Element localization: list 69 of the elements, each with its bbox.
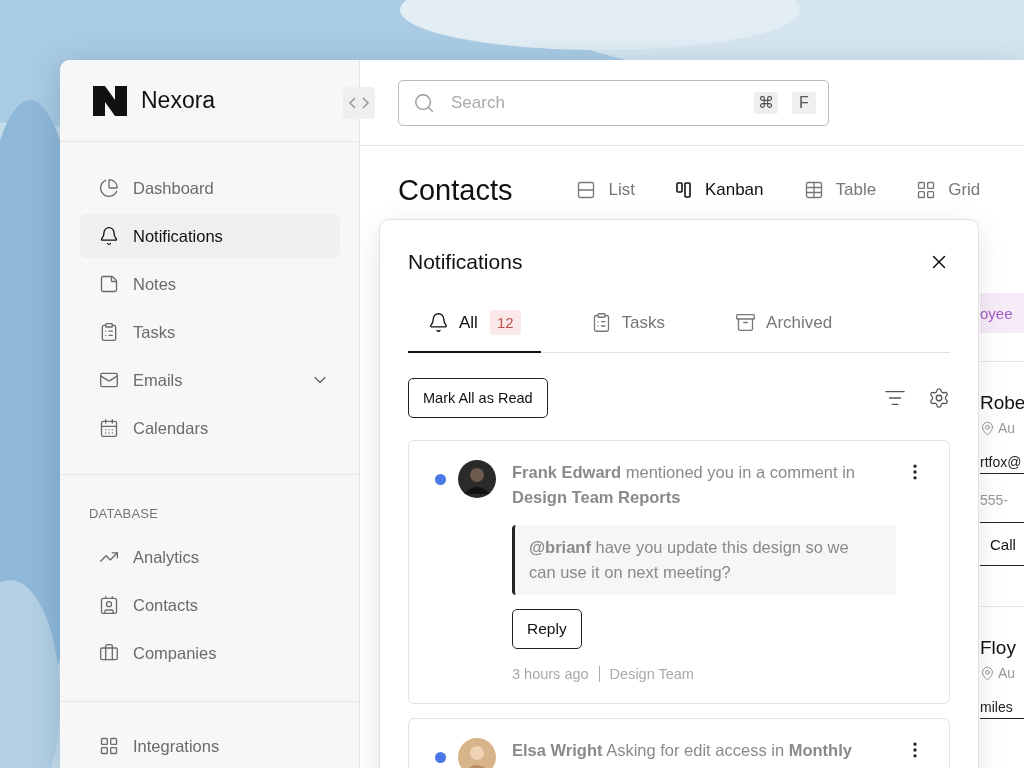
mark-all-read-button[interactable]: Mark All as Read	[408, 378, 548, 418]
location-pin-icon	[980, 665, 995, 681]
contact-name: Robe	[980, 391, 1024, 415]
calendar-icon	[99, 418, 119, 438]
location-text: Au	[998, 665, 1016, 681]
bell-icon	[99, 226, 119, 246]
search-bar[interactable]: Search ⌘ F	[398, 79, 829, 126]
contact-card-icon	[99, 595, 119, 615]
tag-label: oyee	[980, 293, 1024, 333]
comment-quote: @brianf have you update this design so we can use it on next meeting?	[512, 525, 896, 595]
shortcut-key: F	[792, 91, 816, 114]
tab-label: All	[459, 312, 478, 333]
grid-icon	[99, 736, 119, 756]
location-pin-icon	[980, 420, 995, 436]
table-icon	[803, 180, 824, 200]
view-tab[interactable]: Kanban	[674, 180, 764, 200]
chevrons-icon	[348, 96, 370, 110]
pie-chart-icon	[99, 178, 119, 198]
view-tab[interactable]: List	[576, 180, 635, 200]
nav-item[interactable]: Analytics	[80, 535, 340, 579]
panel-title: Notifications	[408, 250, 523, 274]
page-title: Contacts	[398, 173, 513, 207]
clipboard-icon	[99, 322, 119, 342]
view-tab[interactable]: Table	[803, 180, 877, 200]
note-icon	[99, 274, 119, 294]
nav-item[interactable]: Contacts	[80, 583, 340, 627]
nav-item[interactable]: Companies	[80, 631, 340, 675]
avatar	[458, 738, 496, 768]
brand-name: Nexora	[141, 87, 216, 114]
bell-icon	[428, 312, 449, 333]
notification-text: Frank Edward mentioned you in a comment in Design Team Reports	[512, 462, 856, 508]
contact-name: Floy	[980, 636, 1017, 660]
avatar	[458, 460, 496, 498]
nav-item[interactable]: Dashboard	[80, 166, 340, 210]
section-title: DATABASE	[88, 506, 160, 522]
nav-item[interactable]: Tasks	[80, 310, 340, 354]
sidebar-toggle-button[interactable]	[343, 87, 375, 119]
tab-label: Archived	[766, 312, 833, 333]
call-button[interactable]: Call	[980, 522, 1024, 566]
tab[interactable]: Tasks	[570, 296, 686, 353]
reply-button[interactable]: Reply	[512, 609, 582, 649]
tab[interactable]: Archived	[715, 296, 853, 353]
rows-icon	[576, 180, 597, 200]
tab-label: Tasks	[621, 312, 666, 333]
brand-logo-icon	[93, 85, 127, 116]
email-text[interactable]: miles	[980, 699, 1024, 719]
briefcase-icon	[99, 643, 119, 663]
phone-text: 555-	[980, 492, 1010, 508]
kanban-icon	[674, 181, 693, 199]
time-text: 3 hours ago	[512, 665, 589, 684]
search-icon	[413, 91, 435, 114]
email-text[interactable]: rtfox@	[980, 454, 1024, 474]
count-badge: 12	[489, 310, 521, 335]
nav-item[interactable]: Calendars	[80, 406, 340, 450]
tab[interactable]: All 12	[408, 296, 541, 353]
nav-item[interactable]: Integrations	[80, 724, 340, 768]
nav-item[interactable]: Notifications	[80, 214, 340, 258]
nav-item[interactable]: Notes	[80, 262, 340, 306]
search-field[interactable]: Search	[449, 91, 740, 114]
location-text: Au	[998, 420, 1016, 436]
nav-item[interactable]: Emails	[80, 358, 340, 402]
grid-icon	[916, 180, 937, 200]
settings-icon[interactable]	[928, 387, 950, 409]
notification-text: Elsa Wright Asking for edit access in Monthly	[512, 740, 852, 761]
view-tab[interactable]: Grid	[916, 180, 981, 200]
mail-icon	[99, 370, 119, 390]
shortcut-key: ⌘	[754, 91, 778, 114]
group-text: Design Team	[609, 665, 694, 684]
archive-icon	[735, 312, 757, 333]
